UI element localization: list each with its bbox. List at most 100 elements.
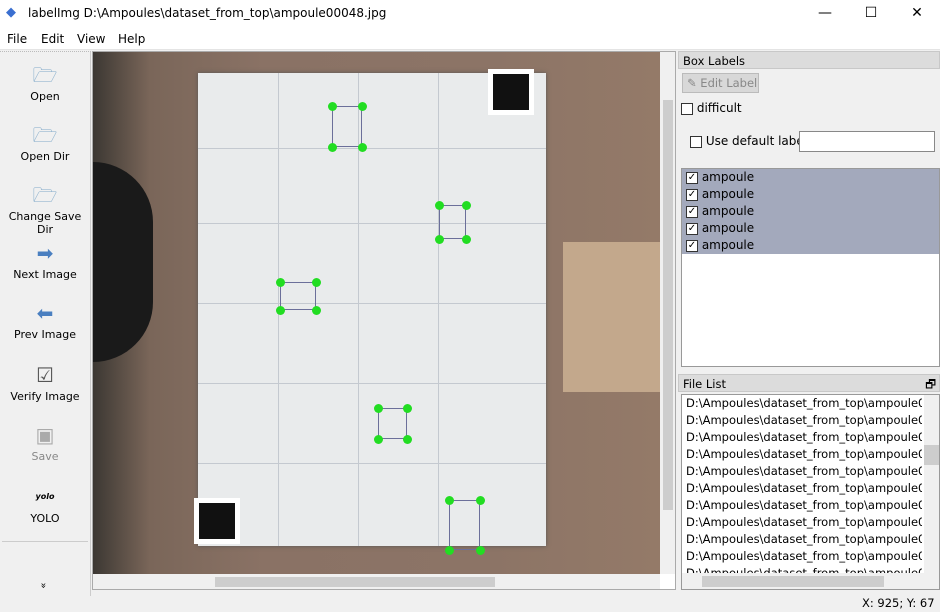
- file-list-hscroll[interactable]: [682, 573, 939, 589]
- box-corner-handle[interactable]: [435, 235, 444, 244]
- menu-view[interactable]: View: [77, 32, 105, 46]
- label-list-item[interactable]: ✓ ampoule: [682, 220, 939, 237]
- file-list-vscroll[interactable]: [924, 395, 939, 573]
- checkbox[interactable]: ✓: [686, 205, 698, 218]
- cursor-coordinates: X: 925; Y: 67: [862, 596, 935, 610]
- checkbox[interactable]: ✓: [686, 222, 698, 235]
- file-list-item[interactable]: D:\Ampoules\dataset_from_top\ampoule0004: [682, 497, 922, 514]
- box-corner-handle[interactable]: [276, 278, 285, 287]
- difficult-checkbox[interactable]: difficult: [681, 101, 742, 115]
- label-list-item[interactable]: ✓ ampoule: [682, 186, 939, 203]
- box-labels-header: Box Labels: [678, 51, 940, 69]
- folder-icon: 🗁: [32, 63, 58, 87]
- change-save-dir-button[interactable]: 🗁 Change Save Dir: [0, 184, 90, 236]
- verify-image-label: Verify Image: [10, 390, 80, 403]
- file-list-item[interactable]: D:\Ampoules\dataset_from_top\ampoule0004: [682, 548, 922, 565]
- image-object: [563, 242, 661, 392]
- scrollbar-thumb[interactable]: [215, 577, 495, 587]
- box-corner-handle[interactable]: [374, 435, 383, 444]
- box-corner-handle[interactable]: [403, 404, 412, 413]
- menu-help[interactable]: Help: [118, 32, 145, 46]
- box-corner-handle[interactable]: [276, 306, 285, 315]
- yolo-label: YOLO: [30, 512, 60, 525]
- status-bar: X: 925; Y: 67: [0, 594, 940, 612]
- save-button[interactable]: ▣ Save: [0, 424, 90, 463]
- use-default-label-checkbox[interactable]: Use default label: [690, 134, 807, 148]
- minimize-button[interactable]: —: [802, 0, 848, 28]
- window-title: labelImg D:\Ampoules\dataset_from_top\am…: [28, 6, 387, 20]
- open-label: Open: [30, 90, 60, 103]
- title-bar: ◆ labelImg D:\Ampoules\dataset_from_top\…: [0, 0, 940, 28]
- yolo-icon: yolo: [35, 492, 55, 501]
- open-button[interactable]: 🗁 Open: [0, 64, 90, 103]
- label-text: ampoule: [701, 187, 755, 201]
- open-dir-label: Open Dir: [20, 150, 70, 163]
- image: [93, 52, 661, 574]
- edit-icon: ✎: [687, 76, 701, 90]
- box-corner-handle[interactable]: [403, 435, 412, 444]
- label-list-item[interactable]: ✓ ampoule: [682, 169, 939, 186]
- file-list-item[interactable]: D:\Ampoules\dataset_from_top\ampoule0003: [682, 412, 922, 429]
- save-label: Save: [31, 450, 59, 463]
- file-list-item[interactable]: D:\Ampoules\dataset_from_top\ampoule0004: [682, 463, 922, 480]
- label-list-item[interactable]: ✓ ampoule: [682, 203, 939, 220]
- yolo-button[interactable]: yolo YOLO: [0, 486, 90, 525]
- change-save-dir-label: Change Save Dir: [8, 210, 82, 236]
- box-corner-handle[interactable]: [476, 496, 485, 505]
- bounding-box[interactable]: [449, 500, 480, 550]
- arrow-right-icon: ➡: [36, 241, 54, 265]
- file-list-item[interactable]: D:\Ampoules\dataset_from_top\ampoule0003: [682, 395, 922, 412]
- box-corner-handle[interactable]: [445, 496, 454, 505]
- menu-edit[interactable]: Edit: [41, 32, 64, 46]
- box-corner-handle[interactable]: [312, 306, 321, 315]
- default-label-input[interactable]: [799, 131, 935, 152]
- file-list-title: File List: [683, 377, 727, 391]
- box-corner-handle[interactable]: [435, 201, 444, 210]
- open-dir-button[interactable]: 🗁 Open Dir: [0, 124, 90, 163]
- file-list-item[interactable]: D:\Ampoules\dataset_from_top\ampoule0003: [682, 429, 922, 446]
- bounding-box[interactable]: [378, 408, 407, 439]
- divider: [2, 541, 88, 542]
- menu-file[interactable]: File: [7, 32, 27, 46]
- float-dock-icon[interactable]: 🗗: [925, 375, 939, 393]
- edit-label-button[interactable]: ✎ Edit Label: [682, 73, 759, 93]
- box-corner-handle[interactable]: [358, 102, 367, 111]
- aruco-marker: [488, 69, 534, 115]
- bounding-box[interactable]: [439, 205, 466, 239]
- box-corner-handle[interactable]: [328, 102, 337, 111]
- box-corner-handle[interactable]: [328, 143, 337, 152]
- checkbox[interactable]: ✓: [686, 239, 698, 252]
- box-corner-handle[interactable]: [445, 546, 454, 555]
- image-canvas[interactable]: [92, 51, 676, 590]
- box-corner-handle[interactable]: [462, 235, 471, 244]
- box-corner-handle[interactable]: [374, 404, 383, 413]
- label-text: ampoule: [701, 204, 755, 218]
- prev-image-button[interactable]: ⬅ Prev Image: [0, 302, 90, 341]
- box-corner-handle[interactable]: [358, 143, 367, 152]
- maximize-button[interactable]: ☐: [848, 0, 894, 28]
- box-corner-handle[interactable]: [312, 278, 321, 287]
- file-list-item[interactable]: D:\Ampoules\dataset_from_top\ampoule0004: [682, 480, 922, 497]
- vertical-scrollbar[interactable]: [660, 52, 675, 574]
- close-button[interactable]: ✕: [894, 0, 940, 28]
- horizontal-scrollbar[interactable]: [93, 574, 660, 589]
- bounding-box[interactable]: [280, 282, 316, 310]
- next-image-button[interactable]: ➡ Next Image: [0, 242, 90, 281]
- box-corner-handle[interactable]: [476, 546, 485, 555]
- bounding-box[interactable]: [332, 106, 362, 147]
- checkbox-icon: ☑: [36, 363, 54, 387]
- file-list-item[interactable]: D:\Ampoules\dataset_from_top\ampoule0004: [682, 531, 922, 548]
- toolbar: 🗁 Open 🗁 Open Dir 🗁 Change Save Dir ➡ Next I…: [0, 51, 91, 596]
- verify-image-button[interactable]: ☑ Verify Image: [0, 364, 90, 403]
- file-list-item[interactable]: D:\Ampoules\dataset_from_top\ampoule0004: [682, 446, 922, 463]
- prev-image-label: Prev Image: [14, 328, 76, 341]
- checkbox[interactable]: ✓: [686, 188, 698, 201]
- toolbar-extension-button[interactable]: »: [38, 582, 49, 588]
- scrollbar-thumb[interactable]: [663, 100, 673, 510]
- label-list-item[interactable]: ✓ ampoule: [682, 237, 939, 254]
- file-list-item[interactable]: D:\Ampoules\dataset_from_top\ampoule0004: [682, 514, 922, 531]
- file-list-header: File List 🗗: [678, 374, 940, 392]
- box-corner-handle[interactable]: [462, 201, 471, 210]
- edit-label-text: Edit Label: [700, 76, 758, 90]
- checkbox[interactable]: ✓: [686, 171, 698, 184]
